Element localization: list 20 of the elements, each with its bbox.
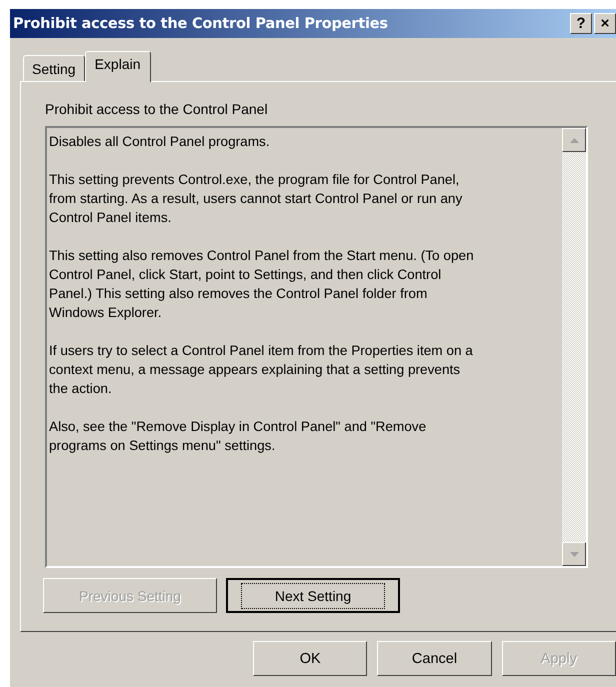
paragraph: This setting prevents Control.exe, the program file for Control Panel, from starting. As a result, users cannot start Control Panel or run any Control Panel items. bbox=[49, 171, 464, 227]
scroll-down-button[interactable] bbox=[562, 542, 586, 566]
ok-button[interactable]: OK bbox=[253, 641, 368, 676]
setting-title: Prohibit access to the Control Panel bbox=[45, 101, 269, 119]
paragraph: Also, see the "Remove Display in Control Panel" and "Remove programs on Settings menu" settings. bbox=[49, 418, 428, 455]
tab[interactable]: Explain bbox=[84, 51, 151, 82]
paragraph: Disables all Control Panel programs. bbox=[49, 133, 271, 151]
scroll-up-button[interactable] bbox=[562, 128, 586, 152]
help-button[interactable]: ? bbox=[570, 13, 592, 34]
up-arrow-icon bbox=[570, 138, 578, 142]
tab[interactable]: Setting bbox=[23, 55, 85, 81]
window-title: Prohibit access to the Control Panel Properties bbox=[13, 16, 389, 32]
down-arrow-icon bbox=[570, 552, 578, 556]
paragraph: This setting also removes Control Panel from the Start menu. (To open Control Panel, click Start, point to Settings, and then click Control Panel.) This setting also removes the Control Panel folder from Windows Explorer. bbox=[49, 247, 475, 322]
next-setting-button[interactable]: Next Setting bbox=[226, 578, 400, 613]
paragraph: If users try to select a Control Panel item from the Properties item on a context menu, a message appears explaining that a setting prevents the action. bbox=[49, 342, 474, 398]
explain-text-box[interactable] bbox=[45, 126, 588, 568]
close-button[interactable]: × bbox=[594, 13, 616, 34]
scrollbar[interactable] bbox=[562, 128, 586, 566]
cancel-button[interactable]: Cancel bbox=[377, 641, 492, 676]
